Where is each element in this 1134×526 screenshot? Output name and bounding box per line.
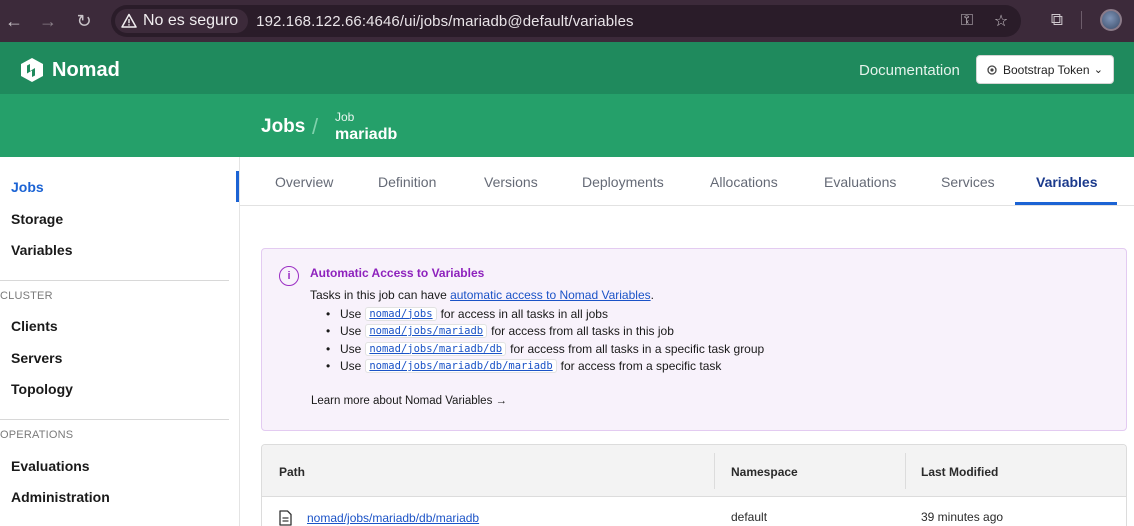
breadcrumb-job-name[interactable]: mariadb [335,126,397,144]
variables-table: Path Namespace Last Modified nomad/jobs/… [261,444,1127,526]
token-dropdown-button[interactable]: Bootstrap Token ⌄ [976,55,1114,84]
tab-deployments[interactable]: Deployments [582,174,664,190]
toolbar-divider [1081,11,1082,29]
sidebar-item-jobs[interactable]: Jobs [11,179,44,195]
tab-versions[interactable]: Versions [484,174,538,190]
use-label: Use [340,324,362,339]
sidebar-item-evaluations[interactable]: Evaluations [11,458,90,474]
path-code-link[interactable]: nomad/jobs/mariadb/db [365,341,507,356]
alert-intro: Tasks in this job can have automatic acc… [310,288,654,302]
sidebar-heading-operations: OPERATIONS [0,429,74,441]
breadcrumb: Jobs / Job mariadb [0,94,1134,157]
path-description: for access from a specific task [560,359,722,374]
bullet [310,324,326,338]
path-code-link[interactable]: nomad/jobs [365,306,437,321]
sidebar-item-topology[interactable]: Topology [11,381,73,397]
path-description: for access from all tasks in this job [491,324,674,339]
bullet [310,342,326,356]
bullet [310,307,326,321]
sidebar-heading-cluster: CLUSTER [0,290,53,302]
profile-avatar[interactable] [1100,9,1122,31]
use-label: Use [340,306,362,321]
tab-evaluations[interactable]: Evaluations [824,174,896,190]
path-code-link[interactable]: nomad/jobs/mariadb/db/mariadb [365,359,557,374]
bullet [310,359,326,373]
nomad-logo-icon [21,58,43,82]
file-icon [279,510,292,526]
info-icon: i [279,266,299,286]
sidebar-item-administration[interactable]: Administration [11,489,110,505]
browser-toolbar: ← → ↻ No es seguro 192.168.122.66:4646/u… [0,0,1134,42]
extensions-icon[interactable]: ⧉ [1051,10,1063,30]
access-path-list: Use nomad/jobs for access in all tasks i… [310,305,764,375]
alert-title: Automatic Access to Variables [310,266,485,280]
documentation-link[interactable]: Documentation [859,62,960,79]
path-description: for access in all tasks in all jobs [440,306,608,321]
sidebar-item-variables[interactable]: Variables [11,242,73,258]
variable-namespace: default [731,510,768,524]
path-description: for access from all tasks in a specific … [510,341,765,356]
sidebar-item-storage[interactable]: Storage [11,211,63,227]
breadcrumb-job-label: Job [335,110,355,124]
learn-more-link[interactable]: Learn more about Nomad Variables → [311,395,507,407]
sidebar: Jobs Storage Variables CLUSTER Clients S… [0,157,240,526]
use-label: Use [340,341,362,356]
variable-last-modified: 39 minutes ago [921,510,1004,524]
automatic-access-link[interactable]: automatic access to Nomad Variables [450,288,651,302]
warning-icon [121,13,137,28]
sidebar-item-servers[interactable]: Servers [11,350,62,366]
key-icon[interactable]: ⚿ [957,11,977,31]
token-icon [987,64,997,75]
alert-intro-text: Tasks in this job can have [310,288,451,302]
breadcrumb-jobs[interactable]: Jobs [261,116,305,138]
sidebar-divider [0,419,229,420]
list-item: Use nomad/jobs/mariadb for access from a… [310,323,764,341]
tab-services[interactable]: Services [941,174,995,190]
column-header-path[interactable]: Path [279,465,305,479]
forward-icon[interactable]: → [36,9,60,33]
variables-info-alert: i Automatic Access to Variables Tasks in… [261,248,1127,431]
url-text[interactable]: 192.168.122.66:4646/ui/jobs/mariadb@defa… [256,13,633,30]
variable-path-link[interactable]: nomad/jobs/mariadb/db/mariadb [307,511,479,525]
job-tabs: Overview Definition Versions Deployments… [240,157,1134,206]
sidebar-active-indicator [236,171,239,202]
tab-overview[interactable]: Overview [275,174,333,190]
tab-variables[interactable]: Variables [1036,174,1098,190]
tab-allocations[interactable]: Allocations [710,174,778,190]
list-item: Use nomad/jobs/mariadb/db/mariadb for ac… [310,358,764,376]
path-code-link[interactable]: nomad/jobs/mariadb [365,324,488,339]
learn-more-label: Learn more about Nomad Variables [311,395,493,407]
address-bar[interactable]: No es seguro 192.168.122.66:4646/ui/jobs… [111,5,1021,37]
sidebar-item-clients[interactable]: Clients [11,318,58,334]
column-divider [905,453,906,489]
tab-definition[interactable]: Definition [378,174,436,190]
breadcrumb-separator: / [312,114,319,139]
column-header-namespace[interactable]: Namespace [731,465,798,479]
column-header-last-modified[interactable]: Last Modified [921,465,998,479]
security-label: No es seguro [143,12,239,29]
table-header: Path Namespace Last Modified [262,445,1126,497]
list-item: Use nomad/jobs for access in all tasks i… [310,305,764,323]
reload-icon[interactable]: ↻ [72,9,96,33]
list-item: Use nomad/jobs/mariadb/db for access fro… [310,340,764,358]
active-tab-indicator [1015,202,1117,205]
bookmark-star-icon[interactable]: ☆ [991,11,1011,31]
arrow-right-icon: → [495,395,508,407]
chevron-down-icon: ⌄ [1093,64,1103,76]
column-divider [714,453,715,489]
token-label: Bootstrap Token [1003,62,1090,77]
use-label: Use [340,359,362,374]
brand-name: Nomad [52,58,120,81]
top-navigation: Nomad Documentation Bootstrap Token ⌄ [0,42,1134,94]
back-icon[interactable]: ← [2,9,26,33]
nomad-logo[interactable]: Nomad [20,57,120,83]
sidebar-divider [0,280,229,281]
alert-intro-period: . [650,288,654,302]
security-chip[interactable]: No es seguro [115,9,249,33]
